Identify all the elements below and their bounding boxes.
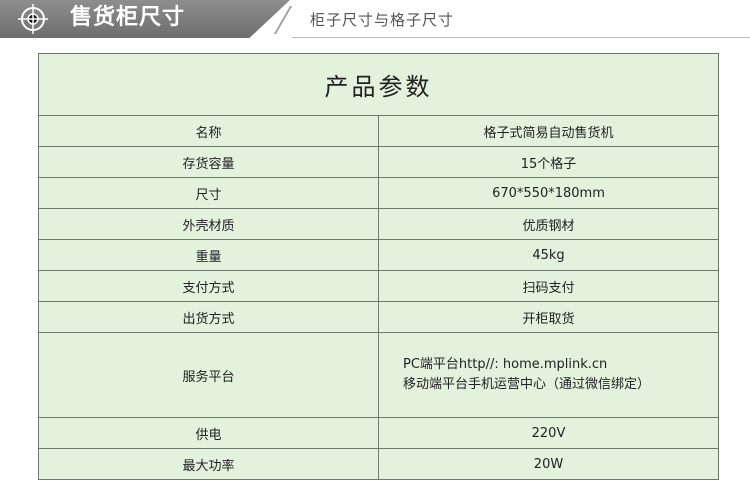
- row-label: 存货容量: [38, 146, 379, 178]
- platform-mobile-line: 移动端平台手机运营中心（通过微信绑定）: [403, 377, 651, 392]
- row-value: 扫码支付: [378, 270, 719, 302]
- row-label: 出货方式: [38, 301, 379, 333]
- row-value: 15个格子: [378, 146, 719, 178]
- table-row-platform: 服务平台 PC端平台http//: home.mplink.cn 移动端平台手机…: [38, 332, 719, 418]
- table-row: 出货方式 开柜取货: [38, 301, 719, 333]
- row-label: 重量: [38, 239, 379, 271]
- row-value: 220V: [378, 417, 719, 449]
- header-banner: 售货柜尺寸 柜子尺寸与格子尺寸: [0, 0, 750, 38]
- table-row: 尺寸 670*550*180mm: [38, 177, 719, 209]
- table-row: 供电 220V: [38, 417, 719, 449]
- row-label: 外壳材质: [38, 208, 379, 240]
- table-row: 重量 45kg: [38, 239, 719, 271]
- row-label: 供电: [38, 417, 379, 449]
- row-value: 格子式简易自动售货机: [378, 115, 719, 147]
- platform-value: PC端平台http//: home.mplink.cn 移动端平台手机运营中心（…: [378, 332, 719, 418]
- crosshair-target-icon: [18, 4, 48, 34]
- table-row: 最大功率 20W: [38, 448, 719, 480]
- row-label: 名称: [38, 115, 379, 147]
- page-subtitle: 柜子尺寸与格子尺寸: [310, 11, 455, 29]
- product-spec-table: 产品参数 名称 格子式简易自动售货机 存货容量 15个格子 尺寸 670*550…: [38, 53, 719, 480]
- row-value: 20W: [378, 448, 719, 480]
- table-row: 名称 格子式简易自动售货机: [38, 115, 719, 147]
- row-value: 45kg: [378, 239, 719, 271]
- table-row: 支付方式 扫码支付: [38, 270, 719, 302]
- table-title: 产品参数: [38, 53, 719, 116]
- platform-pc-line: PC端平台http//: home.mplink.cn: [403, 357, 608, 372]
- row-value: 670*550*180mm: [378, 177, 719, 209]
- row-value: 优质钢材: [378, 208, 719, 240]
- table-row: 外壳材质 优质钢材: [38, 208, 719, 240]
- row-label: 服务平台: [38, 332, 379, 418]
- row-label: 尺寸: [38, 177, 379, 209]
- table-title-row: 产品参数: [38, 53, 719, 116]
- page-title: 售货柜尺寸: [70, 5, 186, 30]
- row-label: 最大功率: [38, 448, 379, 480]
- banner-underline: [292, 37, 750, 38]
- row-label: 支付方式: [38, 270, 379, 302]
- table-row: 存货容量 15个格子: [38, 146, 719, 178]
- row-value: 开柜取货: [378, 301, 719, 333]
